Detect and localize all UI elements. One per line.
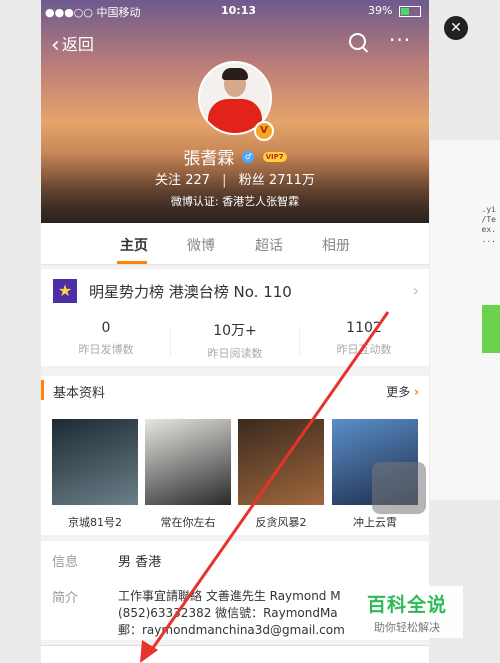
- gender-icon: ♂: [242, 150, 255, 163]
- carrier-label: ●●●○○ 中国移动: [45, 6, 141, 19]
- verification-text: 微博认证: 香港艺人张智霖: [170, 195, 300, 208]
- divider: |: [222, 173, 227, 188]
- vip-badge[interactable]: VIP7: [262, 151, 287, 162]
- profile-name: 張耆霖: [183, 149, 235, 169]
- chevron-left-icon: ‹: [51, 33, 60, 58]
- back-label: 返回: [61, 35, 94, 54]
- watermark-subtitle: 助你轻松解决: [374, 621, 440, 634]
- status-bar: ●●●○○ 中国移动 10:13 39%: [41, 3, 429, 19]
- battery-icon: [399, 5, 421, 17]
- back-button[interactable]: ‹ 返回: [51, 31, 94, 58]
- more-options-icon[interactable]: ···: [389, 28, 411, 52]
- verified-v-badge: V: [254, 121, 274, 141]
- battery-percent: 39%: [368, 4, 393, 17]
- clock: 10:13: [221, 4, 257, 17]
- follow-link[interactable]: 关注 227: [155, 173, 210, 188]
- search-icon[interactable]: [349, 33, 366, 50]
- battery-status: 39%: [368, 4, 421, 17]
- watermark-title: 百科全说: [366, 594, 447, 616]
- profile-name-row: 張耆霖 ♂ VIP7: [41, 144, 429, 169]
- fans-link[interactable]: 粉丝 2711万: [239, 173, 315, 188]
- watermark: 百科全说 助你轻松解决: [351, 586, 463, 638]
- top-nav: ‹ 返回 ···: [41, 28, 429, 58]
- follow-stats: 关注 227 | 粉丝 2711万: [41, 169, 429, 188]
